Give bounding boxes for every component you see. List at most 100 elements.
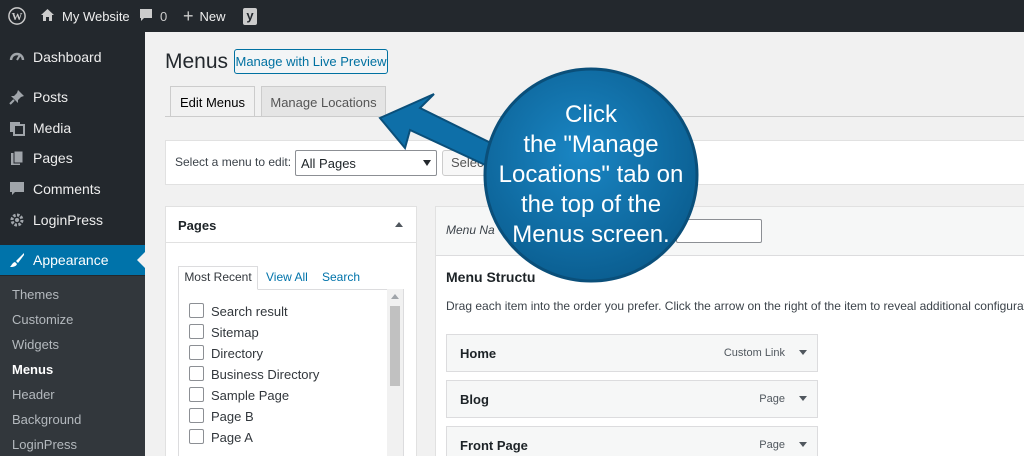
comments-link[interactable]: 0 [139,0,167,32]
gear-icon [9,212,25,228]
admin-sidebar: Dashboard Posts Media Pages Comments Log… [0,32,145,456]
yoast-icon: y [243,7,257,25]
tab-edit-menus[interactable]: Edit Menus [170,86,255,117]
site-name-link[interactable]: My Website [40,0,130,32]
page-checkbox[interactable] [189,324,204,339]
page-checkbox[interactable] [189,429,204,444]
menu-item-title: Blog [460,392,489,407]
tab-most-recent[interactable]: Most Recent [178,266,258,290]
pages-icon [9,150,25,166]
comments-count: 0 [160,8,168,24]
menu-item[interactable]: Front Page Page [446,426,818,456]
pages-scrollbar[interactable] [387,289,403,456]
tab-manage-locations[interactable]: Manage Locations [261,86,386,117]
svg-text:W: W [12,11,23,23]
dashboard-icon [9,49,25,65]
menu-item[interactable]: Blog Page [446,380,818,418]
pages-panel-title: Pages [178,218,217,233]
page-label: Sample Page [211,388,290,403]
menu-name-input[interactable] [676,219,762,243]
sidebar-item-loginpress[interactable]: LoginPress [0,205,145,235]
page-checkbox[interactable] [189,303,204,318]
submenu-item-background[interactable]: Background [12,412,81,427]
comment-icon [139,8,153,25]
menu-structure-panel: Menu Na Menu Structu Drag each item into… [435,206,1024,456]
chevron-down-icon [423,160,431,166]
menu-select-bar: Select a menu to edit: All Pages Select [165,140,1024,185]
sidebar-item-label: Appearance [33,252,109,268]
comment-icon [9,181,25,197]
scrollbar-thumb[interactable] [390,306,400,386]
page-label: Search result [211,304,288,319]
sidebar-item-media[interactable]: Media [0,113,145,143]
menu-item-type: Page [759,439,785,451]
new-content-link[interactable]: + New [183,0,226,32]
site-name: My Website [62,8,130,24]
active-pointer [137,252,145,268]
pages-panel-header[interactable]: Pages [166,207,416,243]
collapse-arrow-icon [395,222,403,227]
home-icon [40,8,55,25]
menu-item[interactable]: Home Custom Link [446,334,818,372]
page-label: Page B [211,409,254,424]
page-label: Directory [211,346,264,361]
page-checkbox[interactable] [189,387,204,402]
sidebar-item-label: Media [33,120,72,136]
chevron-down-icon[interactable] [799,350,807,355]
sidebar-item-appearance[interactable]: Appearance [0,245,145,275]
submenu-item-themes[interactable]: Themes [12,287,59,302]
select-menu-label: Select a menu to edit: [175,155,292,169]
chevron-down-icon[interactable] [799,396,807,401]
yoast-link[interactable]: y [243,0,257,32]
select-menu-button[interactable]: Select [442,150,502,176]
media-icon [9,120,25,136]
wordpress-logo-icon[interactable]: W [8,0,26,32]
pages-list: Search result Sitemap Directory Business… [178,289,404,456]
scroll-up-icon[interactable] [391,294,399,299]
page-checkbox[interactable] [189,408,204,423]
pages-panel: Pages Most Recent View All Search Search… [165,206,417,456]
menu-item-title: Home [460,346,497,361]
sidebar-item-dashboard[interactable]: Dashboard [0,42,145,72]
menu-instructions: Drag each item into the order you prefer… [446,299,1024,313]
tab-view-all[interactable]: View All [266,270,308,284]
plus-icon: + [183,5,194,26]
sidebar-item-posts[interactable]: Posts [0,82,145,112]
page-title: Menus [165,50,229,73]
sidebar-item-label: Pages [33,150,73,166]
sidebar-item-label: LoginPress [33,212,104,228]
page-label: Sitemap [211,325,259,340]
admin-bar: W My Website 0 + New y [0,0,1024,32]
tabs-divider [165,116,1024,117]
menu-item-type: Page [759,393,785,405]
submenu-item-widgets[interactable]: Widgets [12,337,59,352]
submenu-item-loginpress[interactable]: LoginPress [12,437,77,452]
brush-icon [9,252,25,268]
menu-select-value: All Pages [301,156,356,171]
appearance-submenu: Themes Customize Widgets Menus Header Ba… [0,276,145,456]
sidebar-item-label: Comments [33,181,101,197]
menu-name-bar: Menu Na [436,207,1024,256]
menu-select-dropdown[interactable]: All Pages [295,150,437,176]
new-label: New [199,8,226,24]
page-checkbox[interactable] [189,345,204,360]
submenu-item-menus[interactable]: Menus [12,362,53,377]
main-content: Menus Manage with Live Preview Edit Menu… [145,32,1024,456]
pin-icon [9,89,25,105]
sidebar-item-label: Posts [33,89,69,105]
submenu-item-header[interactable]: Header [12,387,55,402]
menu-item-title: Front Page [460,438,528,453]
menu-item-type: Custom Link [723,347,785,359]
submenu-item-customize[interactable]: Customize [12,312,73,327]
menu-structure-title: Menu Structu [446,269,536,285]
sidebar-item-label: Dashboard [33,49,102,65]
sidebar-item-comments[interactable]: Comments [0,174,145,204]
page-label: Page A [211,430,253,445]
page-checkbox[interactable] [189,366,204,381]
sidebar-item-pages[interactable]: Pages [0,143,145,173]
page-label: Business Directory [211,367,320,382]
live-preview-button[interactable]: Manage with Live Preview [234,49,388,74]
menu-name-label: Menu Na [446,223,495,237]
chevron-down-icon[interactable] [799,442,807,447]
tab-search[interactable]: Search [322,270,360,284]
